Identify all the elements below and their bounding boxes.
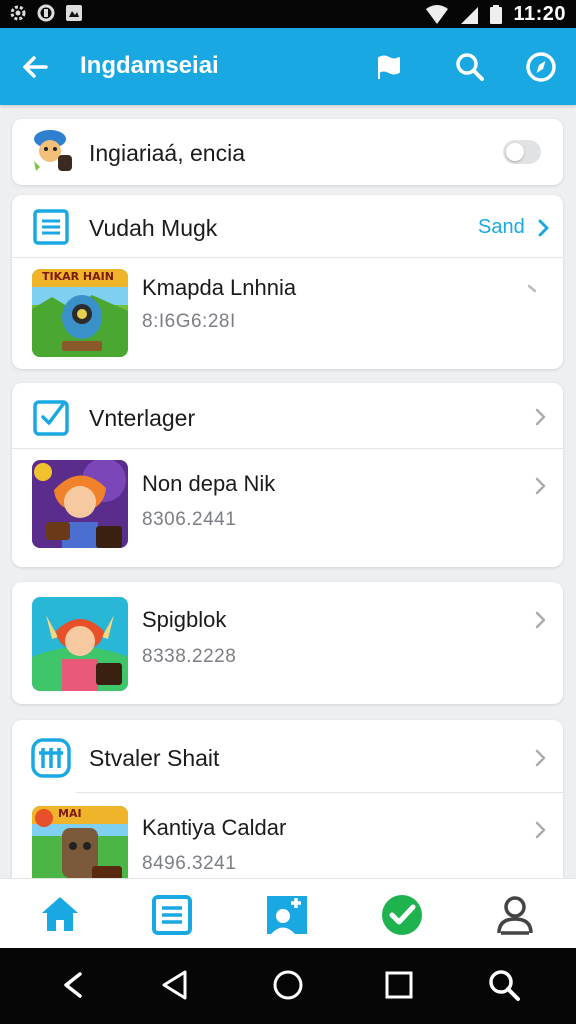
item-title: Kantiya Caldar — [142, 815, 287, 840]
signal-icon — [461, 6, 479, 24]
status-time: 11:20 — [513, 3, 566, 25]
list-icon[interactable] — [150, 893, 194, 937]
thumbnail-badge: MAI — [58, 807, 82, 820]
back-arrow-icon[interactable] — [18, 50, 52, 84]
recents-icon[interactable] — [380, 966, 418, 1004]
chevron-right-icon — [535, 611, 546, 629]
search-icon[interactable] — [485, 966, 523, 1004]
chevron-right-icon — [535, 821, 546, 839]
chevron-right-icon — [527, 284, 537, 293]
photo-icon — [66, 5, 82, 21]
section-card-2: Vnterlager Non depa Nik 8306.2441 — [12, 383, 563, 567]
bottom-navigation — [0, 878, 576, 949]
item-title: Kmapda Lnhnia — [142, 275, 297, 300]
triangle-back-icon[interactable] — [156, 966, 194, 1004]
document-icon — [33, 209, 69, 245]
system-navigation-bar — [0, 948, 576, 1024]
status-bar: 11:20 — [0, 0, 576, 28]
section-header-label: Vnterlager — [89, 405, 196, 431]
app-bar: Ingdamseiai — [0, 28, 576, 105]
gear-icon — [10, 5, 26, 21]
chevron-right-icon — [538, 219, 549, 237]
check-badge-icon[interactable] — [380, 893, 424, 937]
task-check-icon — [33, 400, 69, 436]
list-item[interactable]: MAI Kantiya Caldar 8496.3241 — [12, 793, 563, 890]
search-icon[interactable] — [453, 50, 487, 84]
section-header-4[interactable]: Stvaler Shait — [12, 720, 563, 792]
thumbnail-badge: TIKAR HAIN — [42, 270, 114, 283]
item-title: Spigblok — [142, 607, 227, 632]
game-thumbnail: TIKAR HAIN — [32, 269, 128, 357]
item-subtitle: 8496.3241 — [142, 853, 237, 874]
store-icon — [31, 738, 71, 778]
compass-icon[interactable] — [524, 50, 558, 84]
item-subtitle: 8306.2441 — [142, 509, 237, 530]
character-avatar-icon — [34, 130, 72, 171]
toggle-switch[interactable] — [503, 140, 541, 164]
list-item[interactable]: TIKAR HAIN Kmapda Lnhnia 8:I6G6:28I — [12, 258, 563, 369]
home-circle-icon[interactable] — [269, 966, 307, 1004]
page-title: Ingdamseiai — [80, 52, 219, 79]
section-header-label: Stvaler Shait — [89, 745, 220, 771]
list-item[interactable]: Non depa Nik 8306.2441 — [12, 449, 563, 567]
item-subtitle: 8338.2228 — [142, 646, 237, 667]
battery-icon — [490, 4, 503, 24]
item-subtitle: 8:I6G6:28I — [142, 311, 236, 332]
chevron-right-icon — [535, 408, 546, 426]
chevron-right-icon — [535, 477, 546, 495]
flag-icon[interactable] — [372, 50, 406, 84]
home-icon[interactable] — [38, 893, 82, 937]
section-link[interactable]: Sand — [478, 216, 525, 239]
section-header-1[interactable]: Vudah Mugk Sand — [12, 195, 563, 259]
profile-icon[interactable] — [493, 893, 537, 937]
game-thumbnail-art-icon — [32, 597, 128, 691]
status-left-icons — [8, 3, 84, 23]
toggle-card: Ingiariaá, encia — [12, 119, 563, 185]
item-title: Non depa Nik — [142, 471, 276, 496]
game-thumbnail — [32, 597, 128, 691]
toggle-knob — [506, 143, 524, 161]
chevron-right-icon — [535, 749, 546, 767]
section-card-4: Stvaler Shait MAI Kantiya Caldar 8496.32… — [12, 720, 563, 890]
add-contact-icon[interactable] — [265, 893, 309, 937]
section-card-1: Vudah Mugk Sand TIKAR HAIN Kmapda Lnhnia… — [12, 195, 563, 369]
game-thumbnail-art-icon — [32, 460, 128, 548]
sync-icon — [37, 4, 55, 22]
status-right: 11:20 — [425, 3, 566, 26]
wifi-icon — [426, 4, 449, 24]
section-header-label: Vudah Mugk — [89, 215, 218, 241]
game-thumbnail — [32, 460, 128, 548]
back-icon[interactable] — [56, 966, 94, 1004]
section-header-2[interactable]: Vnterlager — [12, 383, 563, 449]
section-card-3: Spigblok 8338.2228 — [12, 582, 563, 704]
list-item[interactable]: Spigblok 8338.2228 — [12, 582, 563, 704]
toggle-label: Ingiariaá, encia — [89, 140, 245, 166]
